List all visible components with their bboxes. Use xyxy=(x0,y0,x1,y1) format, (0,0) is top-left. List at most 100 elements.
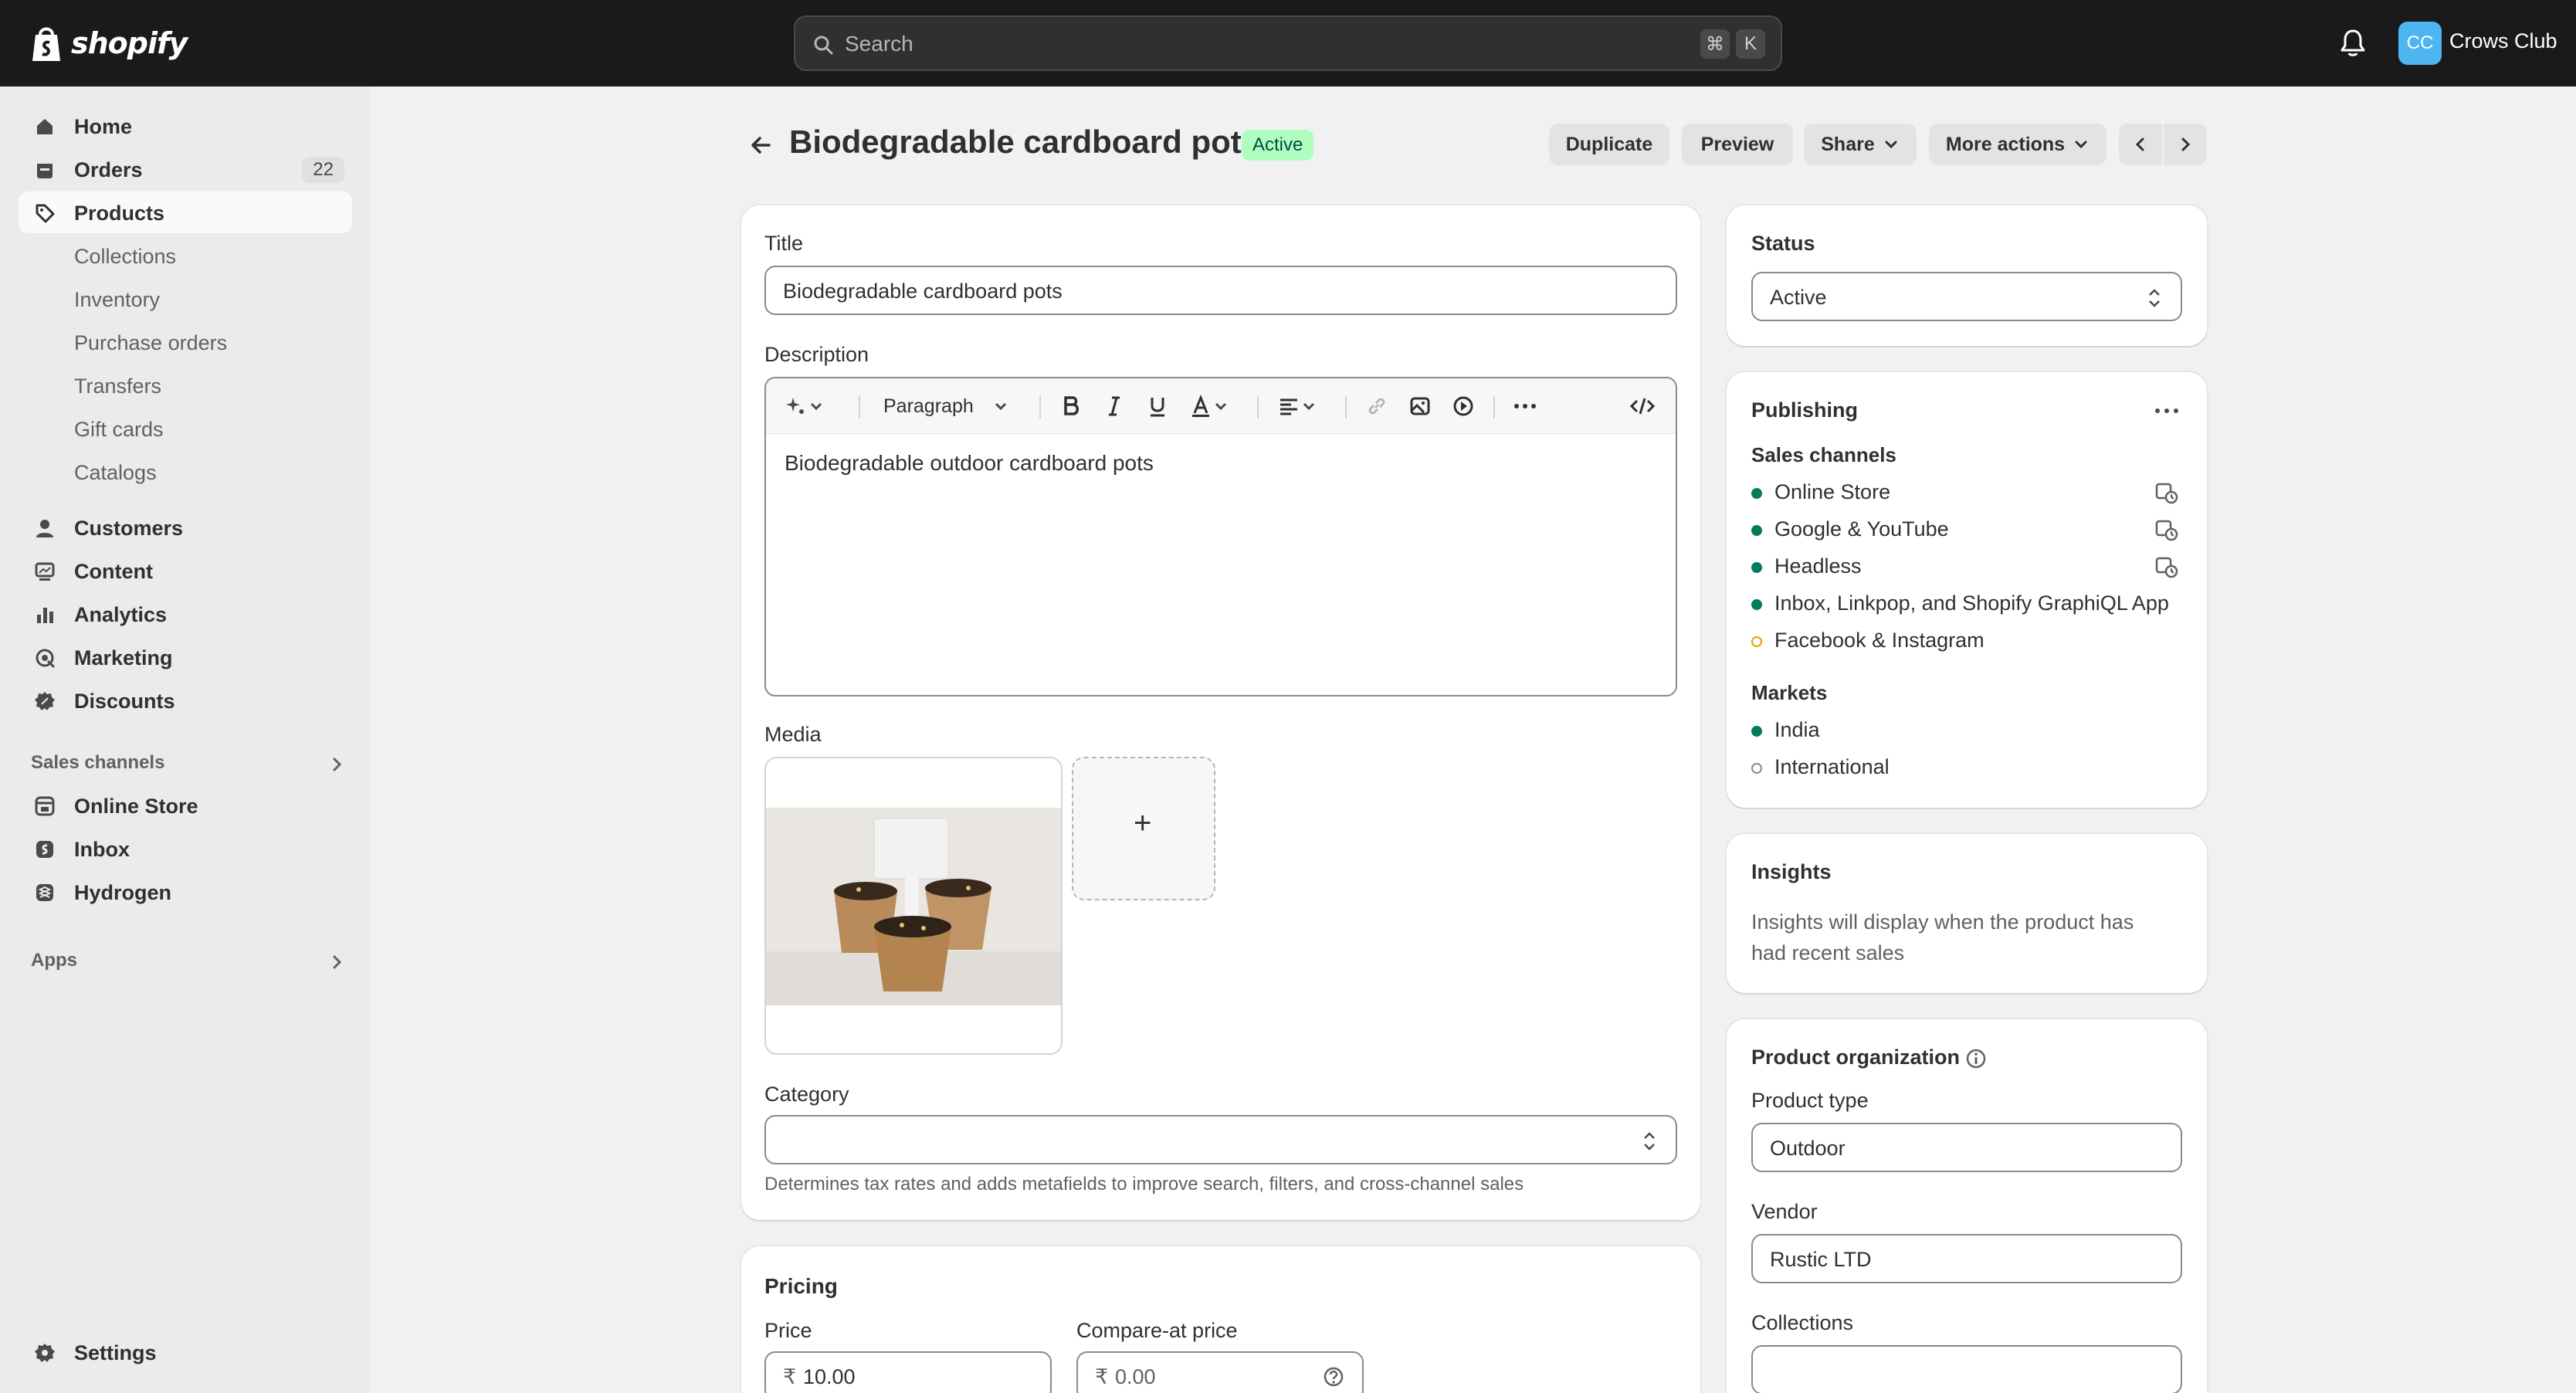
calendar-schedule-icon[interactable] xyxy=(2154,517,2179,542)
italic-button[interactable] xyxy=(1103,392,1126,420)
text-color-button[interactable] xyxy=(1189,392,1229,420)
avatar[interactable]: CC xyxy=(2398,22,2442,65)
sidebar-item-settings[interactable]: Settings xyxy=(19,1331,352,1373)
compare-at-price-input[interactable]: ₹ 0.00 xyxy=(1076,1351,1364,1393)
market-name: India xyxy=(1774,718,1820,741)
content-icon xyxy=(35,562,55,581)
compare-currency: ₹ xyxy=(1095,1365,1109,1388)
title-input[interactable]: Biodegradable cardboard pots xyxy=(764,266,1677,315)
info-icon[interactable] xyxy=(1964,1047,1988,1070)
preview-label: Preview xyxy=(1700,133,1774,155)
back-arrow-icon[interactable] xyxy=(747,131,775,159)
sidebar-item-marketing[interactable]: Marketing xyxy=(19,636,352,678)
duplicate-button[interactable]: Duplicate xyxy=(1549,124,1669,165)
calendar-schedule-icon[interactable] xyxy=(2154,554,2179,579)
store-name[interactable]: Crows Club xyxy=(2449,29,2557,53)
price-input[interactable]: ₹ 10.00 xyxy=(764,1351,1052,1393)
sidebar-subitem-purchase-orders[interactable]: Purchase orders xyxy=(19,321,352,363)
sidebar-subitem-transfers[interactable]: Transfers xyxy=(19,364,352,406)
active-status-dot xyxy=(1751,525,1762,536)
next-product-button[interactable] xyxy=(2164,124,2207,165)
chevron-right-icon[interactable] xyxy=(327,953,346,971)
chevron-right-icon[interactable] xyxy=(327,755,346,774)
paragraph-format-select[interactable]: Paragraph xyxy=(883,392,1009,420)
sidebar-item-analytics[interactable]: Analytics xyxy=(19,593,352,635)
html-code-button[interactable] xyxy=(1629,392,1656,420)
apps-heading[interactable]: Apps xyxy=(31,950,77,971)
sidebar-subitem-label: Catalogs xyxy=(74,461,157,484)
underline-icon xyxy=(1151,398,1164,417)
product-image-thumbnail[interactable] xyxy=(764,757,1063,1055)
sidebar-item-content[interactable]: Content xyxy=(19,550,352,591)
insert-image-button[interactable] xyxy=(1408,392,1432,420)
toolbar-divider xyxy=(1039,395,1041,419)
alignment-button[interactable] xyxy=(1277,392,1317,420)
shopify-logo[interactable]: shopify xyxy=(29,22,188,65)
description-editor[interactable]: Paragraph Biodegradable outdoor cardboar… xyxy=(764,377,1677,696)
sidebar-subitem-collections[interactable]: Collections xyxy=(19,235,352,276)
brand-name: shopify xyxy=(71,26,188,60)
chevron-right-icon xyxy=(2181,137,2191,151)
status-value: Active xyxy=(1770,286,1827,309)
sidebar-item-customers[interactable]: Customers xyxy=(19,507,352,548)
italic-icon xyxy=(1109,396,1120,416)
calendar-schedule-icon[interactable] xyxy=(2154,480,2179,505)
active-status-dot xyxy=(1751,726,1762,737)
sidebar-item-discounts[interactable]: Discounts xyxy=(19,680,352,721)
analytics-icon xyxy=(37,608,53,623)
sidebar-item-orders[interactable]: Orders 22 xyxy=(19,148,352,190)
add-media-button[interactable]: + xyxy=(1072,757,1215,900)
insights-heading: Insights xyxy=(1751,860,1832,883)
sidebar-item-hydrogen[interactable]: Hydrogen xyxy=(19,871,352,913)
insert-link-button[interactable] xyxy=(1365,392,1388,420)
sales-channels-label: Sales channels xyxy=(1751,443,1896,466)
category-help-text: Determines tax rates and adds metafields… xyxy=(764,1174,1524,1195)
sidebar-subitem-label: Transfers xyxy=(74,375,162,398)
bold-button[interactable] xyxy=(1059,392,1083,420)
organization-heading: Product organization xyxy=(1751,1046,1960,1069)
sidebar-item-products[interactable]: Products xyxy=(19,191,352,233)
align-left-icon xyxy=(1280,398,1297,415)
vendor-input[interactable]: Rustic LTD xyxy=(1751,1234,2182,1283)
product-type-input[interactable]: Outdoor xyxy=(1751,1123,2182,1172)
sidebar-item-label: Products xyxy=(74,202,165,225)
insert-video-button[interactable] xyxy=(1452,392,1475,420)
discount-icon xyxy=(35,692,55,710)
share-button[interactable]: Share xyxy=(1804,124,1917,165)
channel-name: Google & YouTube xyxy=(1774,517,1949,541)
code-icon xyxy=(1629,398,1656,415)
insights-text: Insights will display when the product h… xyxy=(1751,910,2134,964)
hydrogen-icon xyxy=(36,884,53,901)
category-select[interactable] xyxy=(764,1115,1677,1164)
question-circle-icon[interactable] xyxy=(1322,1365,1345,1388)
product-type-label: Product type xyxy=(1751,1089,1869,1112)
more-actions-button[interactable]: More actions xyxy=(1929,124,2107,165)
sidebar-item-label: Home xyxy=(74,115,133,138)
sidebar-subitem-catalogs[interactable]: Catalogs xyxy=(19,451,352,493)
notification-bell-icon[interactable] xyxy=(2340,28,2366,57)
sidebar-item-label: Inbox xyxy=(74,838,130,861)
editor-toolbar: Paragraph xyxy=(766,378,1676,434)
toolbar-divider xyxy=(1493,395,1495,419)
sidebar-item-online-store[interactable]: Online Store xyxy=(19,785,352,826)
status-select[interactable]: Active xyxy=(1751,272,2182,321)
collections-input[interactable] xyxy=(1751,1345,2182,1393)
search-bar[interactable]: Search ⌘ K xyxy=(794,15,1782,71)
underline-button[interactable] xyxy=(1146,392,1169,420)
compare-placeholder: 0.00 xyxy=(1115,1365,1156,1388)
play-circle-icon xyxy=(1453,396,1473,416)
sales-channels-heading[interactable]: Sales channels xyxy=(31,752,164,774)
sidebar-item-inbox[interactable]: Inbox xyxy=(19,828,352,869)
ellipsis-icon[interactable] xyxy=(2153,403,2181,419)
more-formatting-button[interactable] xyxy=(1512,392,1538,420)
market-name: International xyxy=(1774,755,1890,778)
gear-icon xyxy=(35,1344,55,1362)
ai-magic-button[interactable] xyxy=(785,392,825,420)
sidebar-item-home[interactable]: Home xyxy=(19,105,352,147)
sidebar-subitem-gift-cards[interactable]: Gift cards xyxy=(19,408,352,449)
store-icon xyxy=(35,796,55,816)
status-heading: Status xyxy=(1751,232,1815,255)
previous-product-button[interactable] xyxy=(2119,124,2162,165)
preview-button[interactable]: Preview xyxy=(1682,124,1793,165)
sidebar-subitem-inventory[interactable]: Inventory xyxy=(19,278,352,320)
